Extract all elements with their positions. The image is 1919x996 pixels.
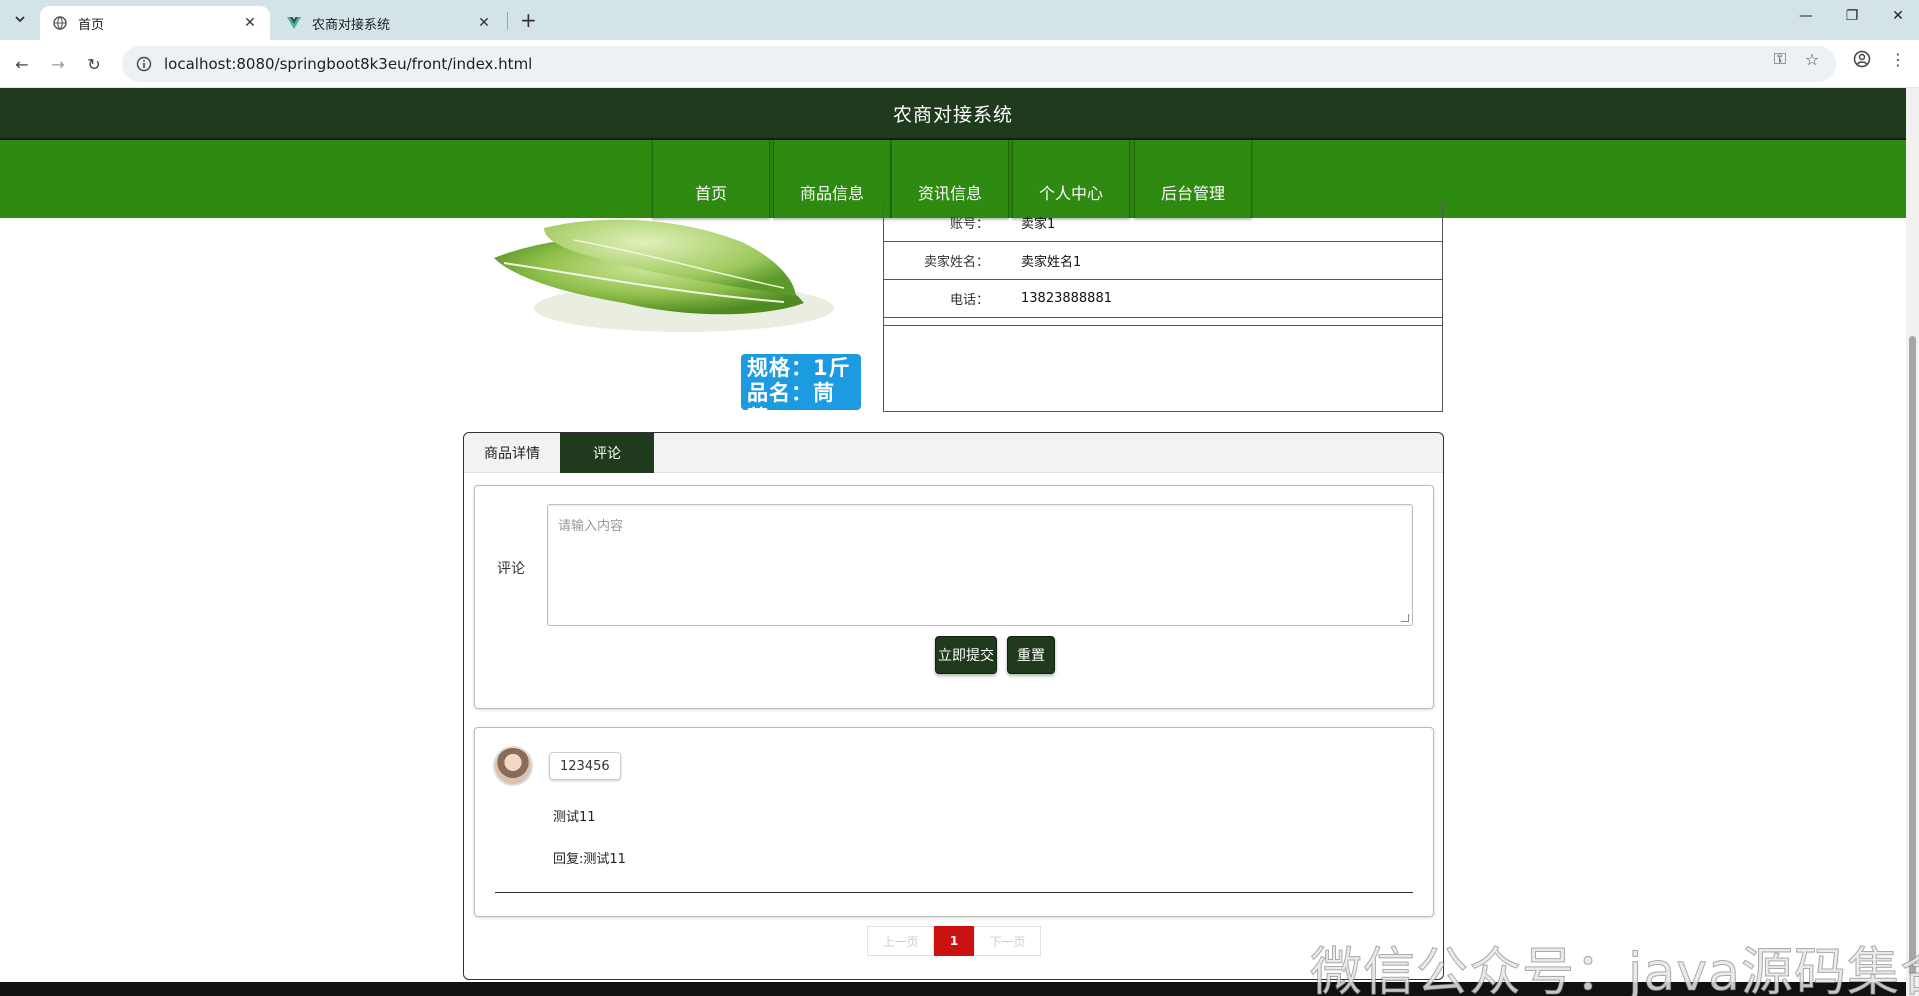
comment-label: 评论 (497, 561, 525, 577)
site-info-icon[interactable] (136, 56, 152, 72)
info-label: 卖家姓名： (923, 255, 989, 270)
page-1-button[interactable]: 1 (934, 926, 974, 956)
nav-products[interactable]: 商品信息 (773, 140, 891, 218)
avatar (493, 746, 533, 786)
bookmark-star-icon[interactable]: ☆ (1802, 49, 1822, 69)
tab-title: 农商对接系统 (312, 17, 391, 33)
scrollbar-thumb[interactable] (1909, 336, 1916, 976)
reload-icon[interactable]: ↻ (82, 52, 106, 76)
password-key-icon[interactable]: ⚿ (1770, 49, 1790, 69)
comment-list: 123456 测试11 回复:测试11 (474, 727, 1434, 917)
info-label: 账号： (949, 217, 989, 232)
info-row-phone: 电话： 13823888881 (884, 280, 1442, 318)
reset-button[interactable]: 重置 (1007, 636, 1055, 674)
comment-username: 123456 (549, 752, 621, 780)
info-row-empty (884, 318, 1442, 326)
info-value: 卖家1 (1021, 217, 1056, 232)
site-title: 农商对接系统 (892, 103, 1013, 126)
tab-separator (507, 12, 508, 30)
comment-reply: 回复:测试11 (553, 852, 626, 867)
watermark-text: 微信公众号：java源码集合 (1310, 943, 1919, 996)
tab-product-details[interactable]: 商品详情 (464, 433, 560, 473)
info-row-seller-name: 卖家姓名： 卖家姓名1 (884, 242, 1442, 280)
info-row-account: 账号： 卖家1 (884, 204, 1442, 242)
url-text: localhost:8080/springboot8k3eu/front/ind… (164, 55, 533, 73)
comment-placeholder: 请输入内容 (558, 519, 624, 534)
vue-logo-icon (286, 15, 302, 31)
comment-text: 测试11 (553, 810, 596, 825)
spec-badge: 规格：1斤 品名：茼蒿 (741, 354, 861, 430)
close-window-icon[interactable]: ✕ (1886, 8, 1910, 24)
browser-tab-home[interactable]: 首页 ✕ (40, 6, 270, 40)
address-bar-row: ← → ↻ localhost:8080/springboot8k3eu/fro… (0, 40, 1919, 88)
profile-icon[interactable] (1852, 49, 1872, 69)
new-tab-plus-icon[interactable]: + (520, 8, 537, 32)
detail-tab-header: 商品详情 评论 (464, 433, 1443, 473)
info-label: 电话： (949, 293, 989, 308)
product-detail-panel: 商品详情 评论 评论 请输入内容 立即提交 重置 123456 测试11 回复:… (463, 432, 1444, 980)
spec-badge-line1: 规格：1斤 (747, 356, 851, 380)
restore-icon[interactable]: ❐ (1840, 8, 1864, 24)
seller-info-table: 账号： 卖家1 卖家姓名： 卖家姓名1 电话： 13823888881 (883, 204, 1443, 412)
close-tab-icon[interactable]: ✕ (476, 15, 492, 31)
pagination: 上一页 1 下一页 (867, 926, 1041, 956)
nav-home[interactable]: 首页 (652, 140, 770, 218)
resize-grip-icon[interactable] (1401, 614, 1409, 622)
browser-tab-system[interactable]: 农商对接系统 ✕ (274, 6, 504, 40)
back-arrow-icon[interactable]: ← (10, 52, 34, 76)
minimize-icon[interactable]: — (1794, 8, 1818, 24)
globe-icon (52, 15, 68, 31)
more-menu-icon[interactable]: ⋮ (1888, 49, 1908, 69)
tab-search-chevron-icon[interactable] (10, 9, 30, 29)
tab-title: 首页 (78, 17, 105, 33)
forward-arrow-icon[interactable]: → (46, 52, 70, 76)
submit-button[interactable]: 立即提交 (935, 636, 997, 674)
page-scrollbar[interactable] (1906, 88, 1919, 996)
close-tab-icon[interactable]: ✕ (242, 15, 258, 31)
prev-page-button[interactable]: 上一页 (867, 926, 934, 956)
comment-divider (495, 892, 1413, 893)
info-value: 13823888881 (1021, 291, 1112, 306)
site-header: 农商对接系统 (0, 88, 1906, 140)
comment-textarea[interactable]: 请输入内容 (547, 504, 1413, 626)
comment-form: 评论 请输入内容 立即提交 重置 (474, 485, 1434, 709)
next-page-button[interactable]: 下一页 (974, 926, 1041, 956)
tab-comments[interactable]: 评论 (560, 433, 654, 473)
browser-tab-bar: 首页 ✕ 农商对接系统 ✕ + — ❐ ✕ (0, 0, 1919, 40)
address-bar[interactable]: localhost:8080/springboot8k3eu/front/ind… (122, 46, 1836, 82)
info-value: 卖家姓名1 (1021, 255, 1082, 270)
spec-badge-line2: 品名：茼蒿 (747, 381, 835, 430)
